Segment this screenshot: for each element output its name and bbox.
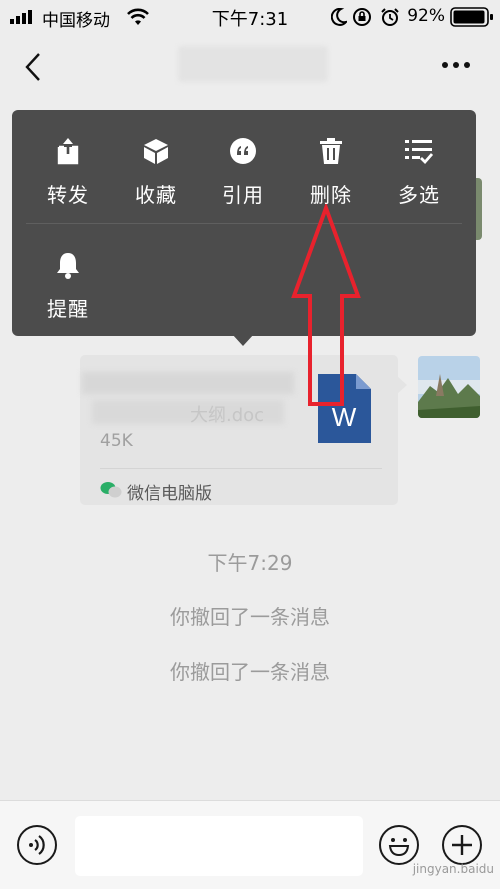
menu-label: 多选 (398, 183, 440, 207)
multi-select-icon (405, 140, 434, 165)
recall-notice: 你撤回了一条消息 (170, 660, 330, 684)
emoji-icon (388, 838, 410, 857)
bell-icon (57, 253, 79, 279)
landscape-photo (418, 356, 480, 418)
menu-item-multiselect[interactable]: 多选 (379, 137, 459, 208)
recall-notice: 你撤回了一条消息 (170, 605, 330, 629)
menu-divider (26, 223, 462, 224)
quote-icon (230, 138, 256, 164)
rotation-lock-icon (353, 8, 371, 26)
box-icon (144, 139, 168, 164)
trash-icon (320, 138, 342, 164)
file-size: 45K (100, 431, 133, 451)
moon-icon (331, 8, 347, 26)
filename-redacted (82, 372, 294, 394)
menu-item-quote[interactable]: 引用 (203, 137, 283, 208)
plus-icon (452, 835, 472, 855)
card-divider (100, 468, 382, 469)
menu-item-favorite[interactable]: 收藏 (116, 137, 196, 208)
chat-timestamp: 下午7:29 (207, 551, 293, 575)
wechat-icon (100, 482, 122, 498)
more-icon[interactable] (441, 60, 471, 70)
menu-label: 提醒 (47, 297, 89, 321)
menu-item-delete[interactable]: 删除 (291, 137, 371, 208)
emoji-button[interactable] (379, 825, 419, 865)
file-source: 微信电脑版 (127, 484, 212, 504)
menu-label: 收藏 (135, 183, 177, 207)
more-functions-button[interactable] (442, 825, 482, 865)
voice-button[interactable] (17, 825, 57, 865)
menu-label: 转发 (47, 183, 89, 207)
chat-title-redacted (178, 46, 328, 82)
watermark: jingyan.baidu (412, 862, 494, 876)
file-name: 大纲.doc (190, 405, 265, 426)
message-input[interactable] (75, 816, 363, 876)
avatar[interactable] (418, 356, 480, 418)
back-icon[interactable] (24, 52, 44, 82)
menu-label: 引用 (222, 183, 264, 207)
share-icon (57, 138, 79, 165)
menu-pointer (232, 334, 254, 346)
menu-item-forward[interactable]: 转发 (28, 137, 108, 208)
bubble-tail (397, 376, 407, 394)
voice-icon (29, 835, 45, 855)
annotation-arrow (291, 204, 361, 406)
battery-percent: 92% (407, 6, 445, 26)
alarm-icon (381, 8, 399, 26)
menu-item-remind[interactable]: 提醒 (28, 251, 108, 322)
status-bar: 中国移动 下午7:31 92% (0, 0, 500, 34)
battery-icon (450, 7, 493, 27)
